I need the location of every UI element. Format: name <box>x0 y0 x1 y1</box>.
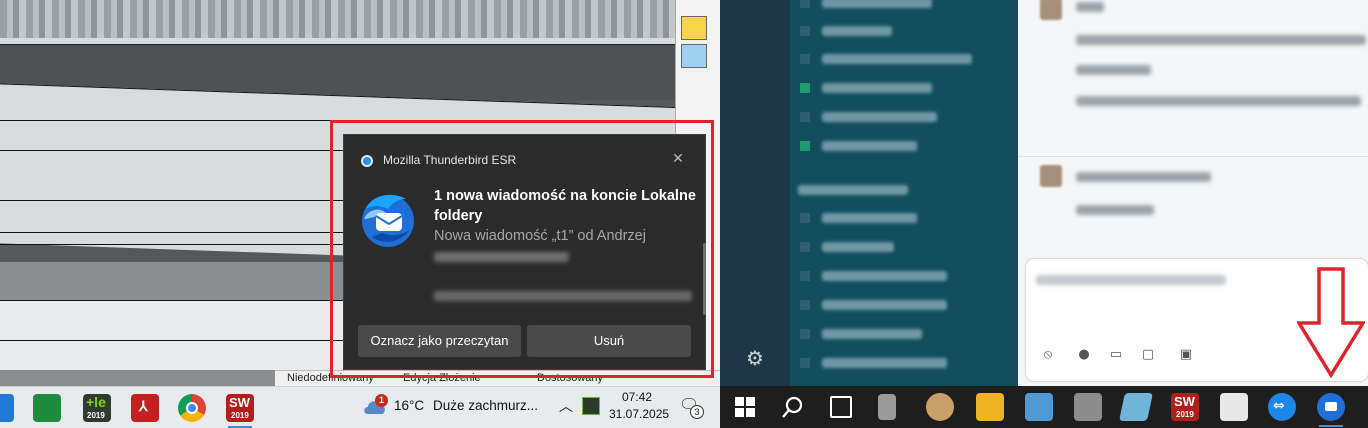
message-text <box>1076 35 1366 45</box>
pdf-app-icon[interactable]: ⅄ <box>131 394 159 422</box>
view-tool-icon[interactable] <box>681 44 707 68</box>
delete-button[interactable]: Usuń <box>527 325 691 357</box>
weather-description[interactable]: Duże zachmurz... <box>433 398 538 413</box>
avatar <box>1040 0 1062 20</box>
message-text <box>1076 96 1361 106</box>
pdf-factory-app-icon[interactable] <box>1220 393 1248 421</box>
message-text <box>1076 205 1154 215</box>
taskbar-right: 2019 SW ⇔ <box>720 386 1368 428</box>
redacted-sender <box>434 252 569 262</box>
app-rail <box>720 0 790 386</box>
notification-app-name: Mozilla Thunderbird ESR <box>383 153 517 167</box>
thunderbird-app-icon[interactable] <box>1317 393 1345 427</box>
chat-app-icon[interactable] <box>1025 393 1053 421</box>
task-view-icon[interactable] <box>830 396 852 418</box>
ie-app-icon[interactable]: 2019 +le <box>83 394 111 422</box>
notepad-app-icon[interactable] <box>1119 393 1153 421</box>
format-icon[interactable]: ▣ <box>1178 347 1194 363</box>
message-text <box>1076 65 1151 75</box>
clock-date[interactable]: 31.07.2025 <box>609 407 669 421</box>
attach-icon[interactable]: ⦸ <box>1040 347 1056 363</box>
solidworks-app-icon-2[interactable]: 2019 SW <box>1171 393 1199 421</box>
gear-icon[interactable]: ⚙ <box>743 346 767 370</box>
redacted-preview <box>434 291 692 301</box>
message-author <box>1076 172 1211 182</box>
close-icon[interactable]: ✕ <box>668 149 688 169</box>
mark-as-read-button[interactable]: Oznacz jako przeczytan <box>358 325 521 357</box>
message-author <box>1076 2 1104 12</box>
galvanized-surface <box>0 0 675 38</box>
speaker-app-icon[interactable] <box>878 394 896 420</box>
tray-app-icon[interactable] <box>582 397 600 415</box>
screen-share-icon[interactable]: ▢ <box>1140 347 1156 363</box>
chrome-app-icon[interactable] <box>178 394 206 422</box>
thunderbird-logo-icon <box>362 194 414 247</box>
solidworks-app-icon[interactable]: 2019 SW <box>226 394 254 428</box>
clock-time[interactable]: 07:42 <box>622 390 652 404</box>
teamviewer-app-icon[interactable]: ⇔ <box>1268 393 1296 421</box>
file-explorer-icon[interactable] <box>976 393 1004 421</box>
composer-placeholder <box>1036 275 1226 285</box>
video-icon[interactable]: ▭ <box>1108 347 1124 363</box>
windows-start-icon[interactable] <box>734 396 756 418</box>
paint-app-icon[interactable] <box>926 393 954 421</box>
spreadsheet-app-icon[interactable] <box>33 394 61 422</box>
weather-temperature[interactable]: 16°C <box>394 398 424 413</box>
thunderbird-small-icon <box>361 155 373 167</box>
notification-body: Nowa wiadomość „t1” od Andrzej <box>434 228 646 244</box>
microphone-icon[interactable]: ● <box>1076 347 1092 363</box>
toast-scrollbar[interactable] <box>703 243 706 315</box>
search-icon[interactable] <box>781 395 805 419</box>
notification-title: 1 nowa wiadomość na koncie Lokalne folde… <box>434 188 696 224</box>
channel-list <box>790 0 1018 386</box>
weather-alert-badge: 1 <box>375 394 388 407</box>
avatar <box>1040 165 1062 187</box>
app-icon[interactable] <box>0 394 14 422</box>
notification-count-badge: 3 <box>690 405 704 419</box>
red-arrow-annotation <box>1297 267 1365 379</box>
surface-edge <box>0 38 675 45</box>
sketch-tool-icon[interactable] <box>681 16 707 40</box>
notification-toast[interactable]: Mozilla Thunderbird ESR ✕ 1 nowa wiadomo… <box>343 134 706 370</box>
chevron-up-icon[interactable]: ︿ <box>559 396 573 416</box>
network-app-icon[interactable] <box>1074 393 1102 421</box>
